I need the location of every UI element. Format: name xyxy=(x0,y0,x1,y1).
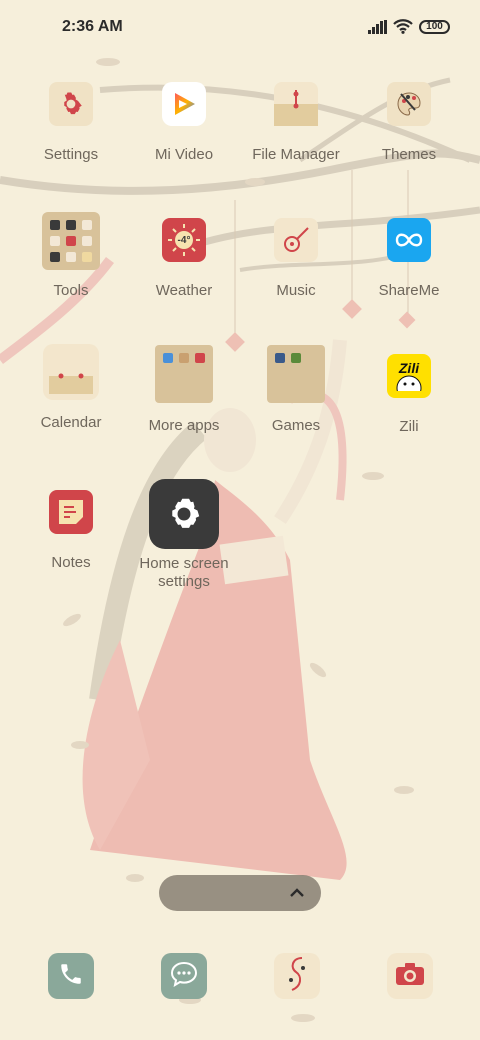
gear-icon xyxy=(149,479,219,549)
dock-camera[interactable] xyxy=(387,953,433,999)
palette-icon xyxy=(387,82,431,126)
app-zili[interactable]: Zili Zili xyxy=(353,354,465,436)
browser-icon xyxy=(282,954,312,999)
app-label: Games xyxy=(271,417,321,434)
battery-level: 100 xyxy=(426,21,443,32)
wifi-icon xyxy=(393,19,413,34)
app-mi-video[interactable]: Mi Video xyxy=(128,82,240,164)
dock-browser[interactable] xyxy=(274,953,320,999)
app-label: Calendar xyxy=(40,414,102,431)
app-label: More apps xyxy=(148,417,220,434)
app-label: Themes xyxy=(381,146,437,163)
camera-icon xyxy=(394,961,426,992)
folder-icon xyxy=(274,82,318,126)
app-file-manager[interactable]: File Manager xyxy=(240,82,352,164)
notes-icon xyxy=(49,490,93,534)
app-tools[interactable]: Tools xyxy=(15,212,127,300)
app-label: Tools xyxy=(53,282,89,299)
home-screen-settings-button[interactable]: Home screen settings xyxy=(128,479,240,591)
app-music[interactable]: Music xyxy=(240,218,352,300)
app-label: Music xyxy=(276,282,316,299)
app-shareme[interactable]: ShareMe xyxy=(353,218,465,300)
widgets-pill[interactable] xyxy=(159,875,321,911)
signal-icon xyxy=(368,20,387,34)
weather-temp: -4° xyxy=(177,234,191,246)
phone-icon xyxy=(58,961,84,992)
app-label: File Manager xyxy=(252,146,340,163)
app-label: Weather xyxy=(155,282,213,299)
zili-icon: Zili xyxy=(387,354,431,398)
app-more-apps[interactable]: More apps xyxy=(128,345,240,435)
sun-icon: -4° xyxy=(162,218,206,262)
calendar-icon xyxy=(43,344,99,400)
play-icon xyxy=(162,82,206,126)
tools-folder-icon xyxy=(42,212,100,270)
app-label: Notes xyxy=(51,554,91,571)
chevron-up-icon[interactable] xyxy=(289,885,305,901)
apps-folder-icon xyxy=(155,345,213,403)
battery-indicator: 100 xyxy=(419,20,450,34)
status-bar: 2:36 AM 100 xyxy=(0,0,480,56)
dock-phone[interactable] xyxy=(48,953,94,999)
app-label: Mi Video xyxy=(154,146,214,163)
games-folder-icon xyxy=(267,345,325,403)
app-themes[interactable]: Themes xyxy=(353,82,465,164)
zili-wordmark: Zili xyxy=(398,360,420,376)
app-settings[interactable]: Settings xyxy=(15,82,127,164)
infinity-icon xyxy=(387,218,431,262)
app-calendar[interactable]: Calendar xyxy=(15,344,127,432)
message-icon xyxy=(170,961,198,992)
app-label: Zili xyxy=(399,418,419,435)
app-label: Settings xyxy=(43,146,99,163)
app-games[interactable]: Games xyxy=(240,345,352,435)
lute-icon xyxy=(274,218,318,262)
app-label: Home screen settings xyxy=(139,555,229,590)
settings-gear-icon xyxy=(49,82,93,126)
dock-messages[interactable] xyxy=(161,953,207,999)
app-label: ShareMe xyxy=(378,282,440,299)
app-weather[interactable]: -4° Weather xyxy=(128,218,240,300)
app-notes[interactable]: Notes xyxy=(15,490,127,572)
status-clock: 2:36 AM xyxy=(62,18,123,35)
